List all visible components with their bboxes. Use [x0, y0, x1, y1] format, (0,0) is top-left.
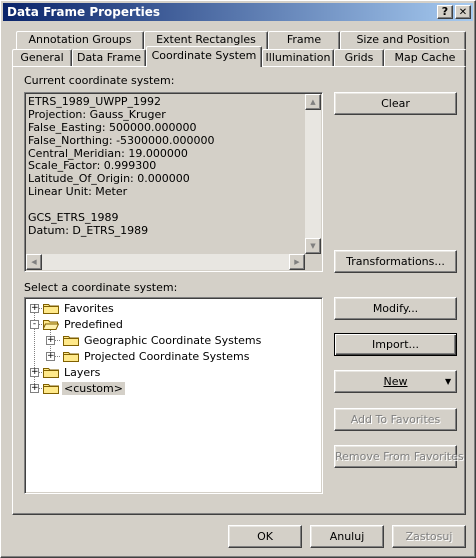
tab-label: Frame [286, 33, 322, 46]
expand-custom[interactable]: + [30, 384, 39, 393]
title-bar[interactable]: Data Frame Properties [3, 3, 473, 21]
expander-glyph: + [47, 335, 55, 345]
tab-coordinate-system[interactable]: Coordinate System [146, 46, 262, 67]
close-button[interactable]: ✕ [455, 5, 471, 19]
clear-button[interactable]: Clear [334, 92, 457, 115]
vertical-scrollbar[interactable] [305, 94, 321, 254]
expand-layers[interactable]: + [30, 368, 39, 377]
tab-label: Annotation Groups [28, 33, 132, 46]
folder-icon [43, 384, 59, 394]
cs-line: Linear Unit: Meter [28, 185, 128, 199]
tab-illumination[interactable]: Illumination [262, 49, 334, 67]
arrow-up-icon: ▲ [310, 98, 316, 106]
cancel-button[interactable]: Anuluj [310, 525, 384, 548]
arrow-down-icon: ▼ [310, 242, 316, 250]
tab-label: Map Cache [394, 51, 456, 64]
cs-line: ETRS_1989_UWPP_1992 [28, 95, 161, 108]
horizontal-scrollbar[interactable] [26, 254, 305, 270]
tree-content: + Favorites - Predefined + Geographic Co… [26, 299, 321, 492]
tab-frame[interactable]: Frame [268, 31, 340, 49]
folder-icon [63, 352, 79, 362]
expander-glyph: + [31, 303, 39, 313]
tab-annotation-groups[interactable]: Annotation Groups [16, 31, 144, 49]
import-button[interactable]: Import... [334, 333, 457, 356]
collapse-predefined[interactable]: - [30, 320, 39, 329]
scroll-left-button[interactable]: ◀ [26, 254, 42, 270]
tree-item-layers[interactable]: Layers [64, 366, 100, 379]
new-dropdown-button[interactable]: New ▼ [334, 370, 457, 393]
expand-projected[interactable]: + [46, 352, 55, 361]
scrollbar-corner [305, 254, 321, 270]
tab-label: Data Frame [76, 51, 142, 64]
current-cs-label: Current coordinate system: [24, 74, 175, 87]
tab-label: Illumination [265, 51, 331, 64]
transformations-button[interactable]: Transformations... [334, 250, 457, 273]
window-title: Data Frame Properties [7, 5, 161, 19]
tab-general[interactable]: General [12, 49, 72, 67]
tab-label: Grids [344, 51, 374, 64]
current-cs-text: ETRS_1989_UWPP_1992 Projection: Gauss_Kru… [28, 95, 215, 238]
cs-line: False_Northing: -5300000.000000 [28, 133, 215, 147]
folder-icon [43, 368, 59, 378]
scroll-up-button[interactable]: ▲ [305, 94, 321, 110]
folder-icon [43, 304, 59, 314]
add-to-favorites-button[interactable]: Add To Favorites [334, 408, 457, 431]
cs-line: GCS_ETRS_1989 [28, 211, 119, 225]
ok-button[interactable]: OK [228, 525, 302, 548]
tree-item-favorites[interactable]: Favorites [64, 302, 114, 315]
modify-button[interactable]: Modify... [334, 297, 457, 320]
scroll-right-button[interactable]: ▶ [289, 254, 305, 270]
scroll-down-button[interactable]: ▼ [305, 238, 321, 254]
expander-glyph: + [31, 383, 39, 393]
cs-line: Projection: Gauss_Kruger [28, 107, 166, 121]
cs-line: False_Easting: 500000.000000 [28, 120, 197, 134]
apply-button[interactable]: Zastosuj [392, 525, 466, 548]
tree-item-projected[interactable]: Projected Coordinate Systems [84, 350, 249, 363]
open-folder-icon [43, 320, 59, 330]
arrow-left-icon: ◀ [31, 258, 37, 266]
tab-label: Size and Position [356, 33, 450, 46]
arrow-right-icon: ▶ [294, 258, 300, 266]
tab-label: General [20, 51, 64, 64]
tab-size-and-position[interactable]: Size and Position [340, 31, 466, 49]
expand-favorites[interactable]: + [30, 304, 39, 313]
remove-from-favorites-button[interactable]: Remove From Favorites [334, 445, 464, 468]
expander-glyph: + [47, 351, 55, 361]
tree-item-predefined[interactable]: Predefined [64, 318, 123, 331]
tree-item-custom[interactable]: <custom> [62, 382, 125, 395]
tab-map-cache[interactable]: Map Cache [384, 49, 466, 67]
tab-label: Extent Rectangles [156, 33, 256, 46]
folder-icon [63, 336, 79, 346]
select-cs-label: Select a coordinate system: [24, 281, 178, 294]
expand-geographic[interactable]: + [46, 336, 55, 345]
tab-label: Coordinate System [151, 49, 257, 62]
tab-grids[interactable]: Grids [334, 49, 384, 67]
expander-glyph: - [32, 319, 37, 329]
expander-glyph: + [31, 367, 39, 377]
help-button[interactable]: ? [437, 5, 453, 19]
new-button-label: New [383, 375, 408, 388]
tab-data-frame[interactable]: Data Frame [72, 49, 146, 67]
dropdown-arrow-icon: ▼ [445, 377, 452, 386]
tree-item-geographic[interactable]: Geographic Coordinate Systems [84, 334, 261, 347]
close-icon: ✕ [458, 7, 468, 18]
cs-line: Datum: D_ETRS_1989 [28, 223, 149, 237]
